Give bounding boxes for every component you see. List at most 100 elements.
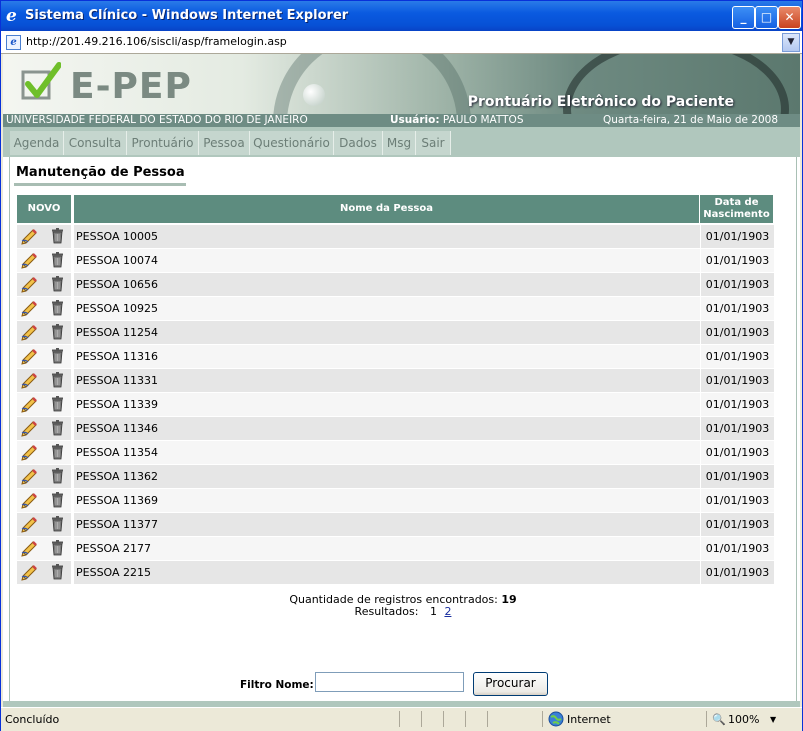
person-birthdate: 01/01/1903 [700,369,774,392]
nav-item-agenda[interactable]: Agenda [10,131,64,155]
zoom-dropdown-icon[interactable]: ▼ [770,715,776,724]
row-actions [17,297,71,320]
delete-trash-icon[interactable] [51,420,64,436]
delete-trash-icon[interactable] [51,444,64,460]
edit-pencil-icon[interactable] [21,444,38,461]
address-dropdown-button[interactable]: ▼ [782,33,800,52]
delete-trash-icon[interactable] [51,324,64,340]
row-actions [17,345,71,368]
page-2-link[interactable]: 2 [444,605,451,618]
edit-pencil-icon[interactable] [21,564,38,581]
edit-pencil-icon[interactable] [21,372,38,389]
delete-trash-icon[interactable] [51,348,64,364]
person-name[interactable]: PESSOA 11316 [74,345,700,368]
status-divider [542,711,543,727]
results-label: Resultados: [354,605,419,618]
column-header-new: NOVO [17,195,71,223]
filter-name-label: Filtro Nome: [240,679,314,691]
browser-window: e Sistema Clínico - Windows Internet Exp… [0,0,803,731]
person-name[interactable]: PESSOA 10925 [74,297,700,320]
edit-pencil-icon[interactable] [21,420,38,437]
delete-trash-icon[interactable] [51,540,64,556]
person-name[interactable]: PESSOA 11362 [74,465,700,488]
address-bar[interactable]: e http://201.49.216.106/siscli/asp/frame… [1,31,802,54]
nav-item-sair[interactable]: Sair [416,131,451,155]
edit-pencil-icon[interactable] [21,396,38,413]
table-row: PESSOA 2177 01/01/1903 [17,537,774,561]
table-row: PESSOA 10005 01/01/1903 [17,225,774,249]
status-divider [443,711,444,727]
person-birthdate: 01/01/1903 [700,273,774,296]
delete-trash-icon[interactable] [51,468,64,484]
person-name[interactable]: PESSOA 11354 [74,441,700,464]
person-name[interactable]: PESSOA 10656 [74,273,700,296]
nav-item-consulta[interactable]: Consulta [64,131,127,155]
status-text: Concluído [5,713,60,726]
delete-trash-icon[interactable] [51,252,64,268]
delete-trash-icon[interactable] [51,276,64,292]
person-name[interactable]: PESSOA 11346 [74,417,700,440]
person-name[interactable]: PESSOA 2177 [74,537,700,560]
person-name[interactable]: PESSOA 10005 [74,225,700,248]
status-divider [399,711,400,727]
filter-name-input[interactable] [315,672,464,692]
edit-pencil-icon[interactable] [21,228,38,245]
person-birthdate: 01/01/1903 [700,417,774,440]
row-actions [17,537,71,560]
person-name[interactable]: PESSOA 2215 [74,561,700,584]
nav-item-prontuario[interactable]: Prontuário [127,131,199,155]
table-row: PESSOA 11316 01/01/1903 [17,345,774,369]
minimize-button[interactable]: _ [732,6,755,29]
edit-pencil-icon[interactable] [21,300,38,317]
person-name[interactable]: PESSOA 11377 [74,513,700,536]
edit-pencil-icon[interactable] [21,468,38,485]
maximize-button[interactable]: □ [755,6,778,29]
globe-icon [548,711,564,727]
delete-trash-icon[interactable] [51,372,64,388]
nav-item-dados[interactable]: Dados [334,131,383,155]
status-divider [487,711,488,727]
delete-trash-icon[interactable] [51,564,64,580]
table-row: PESSOA 11369 01/01/1903 [17,489,774,513]
address-url[interactable]: http://201.49.216.106/siscli/asp/framelo… [26,35,287,48]
person-name[interactable]: PESSOA 11254 [74,321,700,344]
delete-trash-icon[interactable] [51,300,64,316]
person-birthdate: 01/01/1903 [700,465,774,488]
person-birthdate: 01/01/1903 [700,441,774,464]
column-header-birthdate: Data de Nascimento [700,195,773,223]
ie-logo-icon: e [6,6,17,26]
edit-pencil-icon[interactable] [21,516,38,533]
user-name: PAULO MATTOS [442,114,524,126]
person-name[interactable]: PESSOA 11331 [74,369,700,392]
delete-trash-icon[interactable] [51,516,64,532]
edit-pencil-icon[interactable] [21,252,38,269]
edit-pencil-icon[interactable] [21,540,38,557]
person-birthdate: 01/01/1903 [700,345,774,368]
edit-pencil-icon[interactable] [21,324,38,341]
nav-item-msg[interactable]: Msg [383,131,416,155]
search-button[interactable]: Procurar [473,672,548,696]
zoom-level[interactable]: 100% [728,713,759,726]
row-actions [17,225,71,248]
delete-trash-icon[interactable] [51,492,64,508]
table-row: PESSOA 10656 01/01/1903 [17,273,774,297]
person-name[interactable]: PESSOA 10074 [74,249,700,272]
person-name[interactable]: PESSOA 11339 [74,393,700,416]
nav-item-questionario[interactable]: Questionário [250,131,334,155]
banner-decoration [273,54,471,114]
close-button[interactable]: ✕ [778,6,801,29]
edit-pencil-icon[interactable] [21,276,38,293]
person-name[interactable]: PESSOA 11369 [74,489,700,512]
zone-label: Internet [567,713,611,726]
delete-trash-icon[interactable] [51,228,64,244]
person-birthdate: 01/01/1903 [700,297,774,320]
nav-item-pessoa[interactable]: Pessoa [199,131,250,155]
delete-trash-icon[interactable] [51,396,64,412]
edit-pencil-icon[interactable] [21,492,38,509]
status-bar: Concluído Internet 🔍 100% ▼ [1,707,802,731]
edit-pencil-icon[interactable] [21,348,38,365]
table-row: PESSOA 11354 01/01/1903 [17,441,774,465]
person-birthdate: 01/01/1903 [700,561,774,584]
header-banner: E-PEP Prontuário Eletrônico do Paciente [3,54,800,114]
pagination: Resultados: 1 2 [10,605,796,618]
